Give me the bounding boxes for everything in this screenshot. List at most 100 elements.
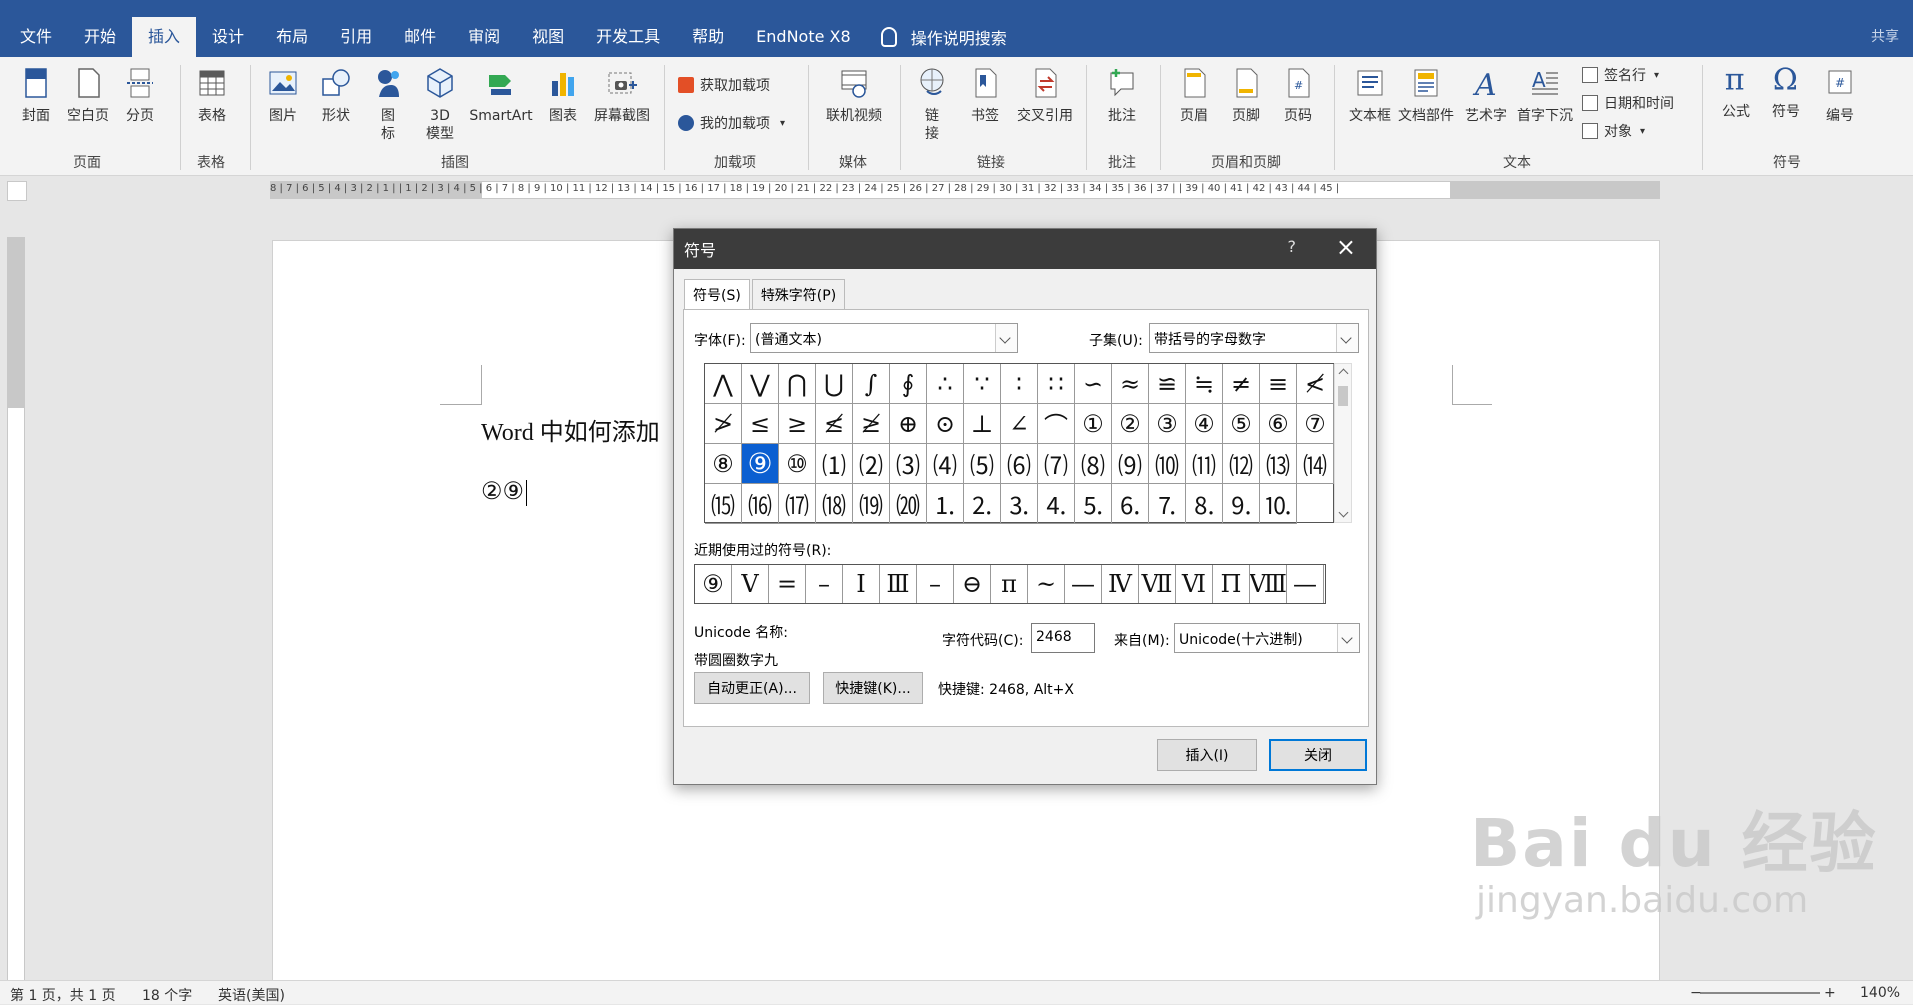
recent-symbol-cell[interactable]: — xyxy=(1065,565,1102,603)
symbol-cell[interactable]: ⒆ xyxy=(853,484,890,524)
insert-button[interactable]: 插入(I) xyxy=(1157,739,1257,771)
symbol-cell[interactable]: ⒊ xyxy=(1001,484,1038,524)
font-select[interactable]: (普通文本) xyxy=(750,323,1018,353)
symbol-cell[interactable]: ⒋ xyxy=(1038,484,1075,524)
tab-design[interactable]: 设计 xyxy=(196,17,260,57)
symbol-cell[interactable]: ∫ xyxy=(853,364,890,404)
symbol-cell[interactable]: ⑾ xyxy=(1186,444,1223,484)
zoom-slider[interactable] xyxy=(1700,992,1820,994)
object-button[interactable]: 对象 ▾ xyxy=(1582,121,1645,141)
symbol-cell[interactable]: ∷ xyxy=(1038,364,1075,404)
tab-developer[interactable]: 开发工具 xyxy=(580,17,676,57)
footer-button[interactable]: 页脚 xyxy=(1216,67,1276,125)
shapes-button[interactable]: 形状 xyxy=(306,67,366,125)
page-count[interactable]: 第 1 页，共 1 页 xyxy=(10,985,116,1005)
zoom-level[interactable]: 140% xyxy=(1860,985,1900,1001)
recent-symbol-cell[interactable]: Ⅳ xyxy=(1102,565,1139,603)
tab-layout[interactable]: 布局 xyxy=(260,17,324,57)
document-text-line2[interactable]: ②⑨ xyxy=(481,477,528,507)
scroll-up-icon[interactable] xyxy=(1338,368,1349,379)
symbol-button[interactable]: Ω 符号 xyxy=(1756,62,1816,121)
recent-symbol-cell[interactable]: π xyxy=(991,565,1028,603)
text-box-button[interactable]: 文本框 xyxy=(1340,67,1400,125)
autocorrect-button[interactable]: 自动更正(A)... xyxy=(694,672,810,704)
recent-symbol-cell[interactable]: Ⅶ xyxy=(1139,565,1176,603)
symbol-cell[interactable]: ⊕ xyxy=(890,404,927,444)
tab-file[interactable]: 文件 xyxy=(0,17,68,57)
date-time-button[interactable]: 日期和时间 xyxy=(1582,93,1674,113)
link-button[interactable]: 链 接 xyxy=(902,67,962,143)
recent-symbol-cell[interactable]: Ⅴ xyxy=(732,565,769,603)
recent-symbol-cell[interactable]: Ⅰ xyxy=(843,565,880,603)
symbol-cell[interactable]: ⒀ xyxy=(1260,444,1297,484)
symbol-cell[interactable]: ∮ xyxy=(890,364,927,404)
symbol-cell[interactable]: ≈ xyxy=(1112,364,1149,404)
recent-symbol-cell[interactable]: Ⅷ xyxy=(1250,565,1287,603)
symbol-cell[interactable]: ⋃ xyxy=(816,364,853,404)
symbol-cell[interactable]: ∴ xyxy=(927,364,964,404)
blank-page-button[interactable]: 空白页 xyxy=(58,67,118,125)
symbol-cell[interactable]: ⑿ xyxy=(1223,444,1260,484)
symbol-cell[interactable]: ∶ xyxy=(1001,364,1038,404)
recent-symbol-cell[interactable]: ⊖ xyxy=(954,565,991,603)
language[interactable]: 英语(美国) xyxy=(218,985,285,1005)
my-addins-button[interactable]: 我的加载项 ▾ xyxy=(678,113,785,133)
symbol-cell[interactable]: ⑺ xyxy=(1038,444,1075,484)
symbol-cell[interactable]: ∠ xyxy=(1001,404,1038,444)
character-code-input[interactable]: 2468 xyxy=(1031,623,1095,653)
symbol-cell[interactable]: ⒉ xyxy=(964,484,1001,524)
symbol-cell[interactable]: ⑷ xyxy=(927,444,964,484)
close-button[interactable]: 关闭 xyxy=(1269,739,1367,771)
symbol-cell[interactable]: ≠ xyxy=(1223,364,1260,404)
tab-review[interactable]: 审阅 xyxy=(452,17,516,57)
symbol-cell[interactable]: ⑦ xyxy=(1297,404,1334,444)
close-icon[interactable]: × xyxy=(1336,233,1356,261)
symbol-cell[interactable]: ⋁ xyxy=(742,364,779,404)
tell-me-search[interactable]: 操作说明搜索 xyxy=(880,25,1007,49)
symbol-cell[interactable]: ⑧ xyxy=(705,444,742,484)
tab-mailings[interactable]: 邮件 xyxy=(388,17,452,57)
symbol-cell[interactable]: ⒐ xyxy=(1223,484,1260,524)
tab-help[interactable]: 帮助 xyxy=(676,17,740,57)
symbol-cell[interactable]: ⑸ xyxy=(964,444,1001,484)
symbol-cell[interactable]: ≱ xyxy=(853,404,890,444)
symbol-cell[interactable]: ① xyxy=(1075,404,1112,444)
symbol-cell[interactable]: ⑤ xyxy=(1223,404,1260,444)
table-button[interactable]: 表格 xyxy=(182,67,242,125)
get-addins-button[interactable]: 获取加载项 xyxy=(678,75,770,95)
symbol-cell[interactable]: ≰ xyxy=(816,404,853,444)
from-select[interactable]: Unicode(十六进制) xyxy=(1174,623,1360,653)
symbol-cell[interactable]: ⑼ xyxy=(1112,444,1149,484)
chart-button[interactable]: 图表 xyxy=(533,67,593,125)
recent-symbol-cell[interactable]: Π xyxy=(1213,565,1250,603)
tab-special-characters[interactable]: 特殊字符(P) xyxy=(751,279,846,310)
symbol-cell-selected[interactable]: ⑨ xyxy=(742,444,779,484)
symbol-cell[interactable]: ⑵ xyxy=(853,444,890,484)
symbol-cell[interactable]: ∵ xyxy=(964,364,1001,404)
tab-selector[interactable] xyxy=(7,181,27,201)
symbol-cell[interactable]: ⒌ xyxy=(1075,484,1112,524)
recent-symbol-cell[interactable]: – xyxy=(806,565,843,603)
quick-parts-button[interactable]: 文档部件 xyxy=(1396,67,1456,125)
3d-models-button[interactable]: 3D 模型 xyxy=(410,67,470,143)
symbol-cell[interactable]: ⒑ xyxy=(1260,484,1297,524)
symbol-cell[interactable]: ⒍ xyxy=(1112,484,1149,524)
help-button[interactable]: ? xyxy=(1288,237,1297,256)
symbol-cell[interactable]: ≡ xyxy=(1260,364,1297,404)
symbol-grid-scrollbar[interactable] xyxy=(1334,363,1352,523)
symbol-cell[interactable]: ④ xyxy=(1186,404,1223,444)
symbol-cell[interactable]: ⑥ xyxy=(1260,404,1297,444)
recent-symbol-cell[interactable]: — xyxy=(1287,565,1324,603)
tab-endnote[interactable]: EndNote X8 xyxy=(740,17,867,57)
number-button[interactable]: # 编号 xyxy=(1810,67,1870,125)
tab-home[interactable]: 开始 xyxy=(68,17,132,57)
symbol-cell[interactable]: ⋂ xyxy=(779,364,816,404)
symbol-cell[interactable]: ≌ xyxy=(1149,364,1186,404)
bookmark-button[interactable]: 书签 xyxy=(955,67,1015,125)
symbol-cell[interactable]: ⒈ xyxy=(927,484,964,524)
symbol-cell[interactable]: ⌒ xyxy=(1038,404,1075,444)
tab-references[interactable]: 引用 xyxy=(324,17,388,57)
word-count[interactable]: 18 个字 xyxy=(142,985,192,1005)
dialog-title-bar[interactable]: 符号 ? × xyxy=(674,229,1376,269)
recent-symbol-cell[interactable]: Ⅵ xyxy=(1176,565,1213,603)
